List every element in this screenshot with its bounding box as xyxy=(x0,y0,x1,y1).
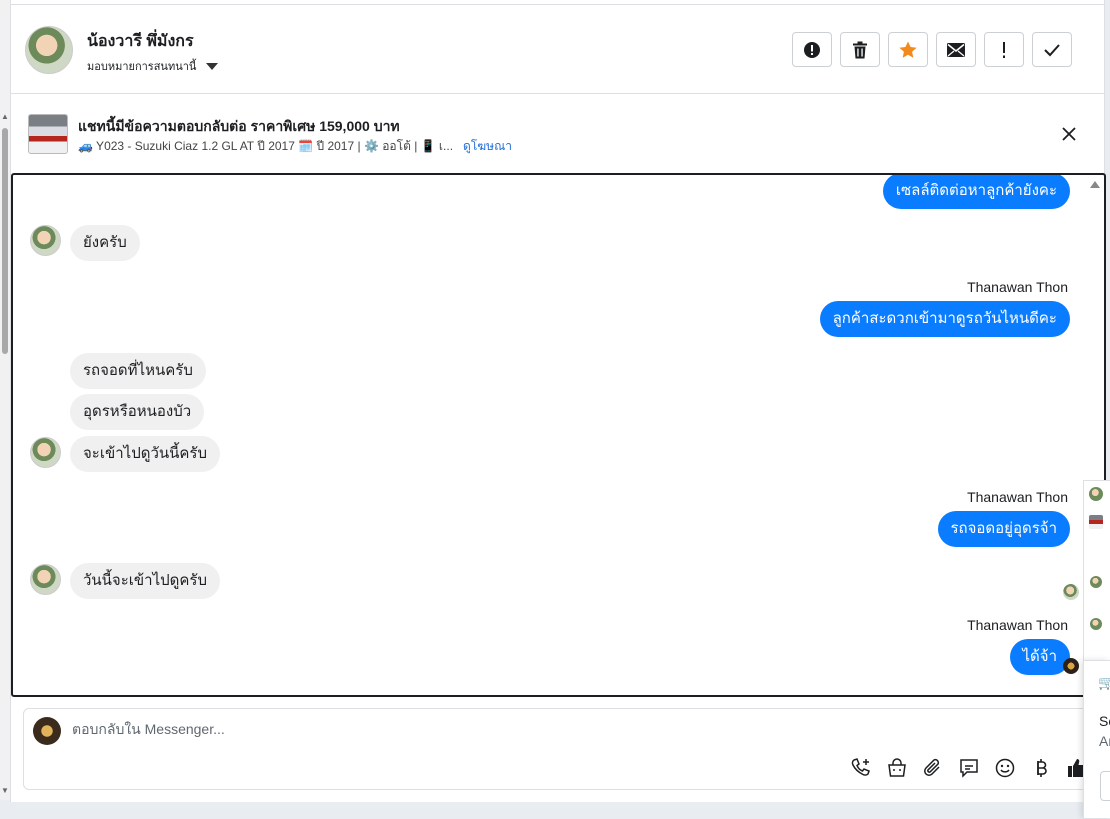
call-button[interactable] xyxy=(849,756,873,780)
attach-button[interactable] xyxy=(921,756,945,780)
contact-avatar-small xyxy=(30,437,61,468)
scroll-down-arrow-icon[interactable]: ▼ xyxy=(1,786,9,795)
delete-button[interactable] xyxy=(840,32,880,67)
contact-name[interactable]: น้องวารี พึ่มังกร xyxy=(87,29,194,54)
message-outgoing[interactable]: ได้จ้า xyxy=(1009,639,1070,675)
sender-name: Thanawan Thon xyxy=(967,279,1068,295)
payment-button[interactable] xyxy=(1029,756,1053,780)
side-avatar xyxy=(1090,576,1102,588)
message-incoming[interactable]: รถจอดที่ไหนครับ xyxy=(70,353,206,389)
message-incoming[interactable]: อุดรหรือหนองบัว xyxy=(70,394,205,430)
side-avatar xyxy=(1090,618,1102,630)
sender-name: Thanawan Thon xyxy=(967,617,1068,633)
assign-conversation-dropdown[interactable]: มอบหมายการสนทนานี้ xyxy=(87,57,219,75)
page-avatar xyxy=(33,717,61,745)
alert-circle-icon xyxy=(804,41,820,58)
sender-name: Thanawan Thon xyxy=(967,489,1068,505)
reply-input[interactable] xyxy=(72,721,1052,737)
scroll-up-arrow-icon[interactable] xyxy=(1090,181,1100,188)
shop-button[interactable] xyxy=(885,756,909,780)
message-thread[interactable]: เซลล์ติดต่อหาลูกค้ายังคะ ยังครับ Thanawa… xyxy=(11,173,1106,697)
mark-unread-button[interactable] xyxy=(936,32,976,67)
message-outgoing[interactable]: รถจอดอยู่อุดรจ้า xyxy=(937,511,1070,547)
reply-composer xyxy=(23,708,1098,790)
contact-avatar-small xyxy=(30,225,61,256)
cart-icon: 🛒 xyxy=(1098,675,1110,690)
spam-report-button[interactable] xyxy=(792,32,832,67)
contact-avatar-small xyxy=(30,564,61,595)
smiley-icon xyxy=(995,758,1015,778)
assign-label: มอบหมายการสนทนานี้ xyxy=(87,61,197,73)
conversation-actions xyxy=(792,32,1072,67)
saved-replies-button[interactable] xyxy=(957,756,981,780)
page-scrollbar[interactable]: ▲ ▼ xyxy=(0,0,10,800)
scroll-up-arrow-icon[interactable]: ▲ xyxy=(1,112,9,121)
checkmark-icon xyxy=(1044,43,1060,56)
phone-plus-icon xyxy=(851,758,870,776)
exclamation-icon xyxy=(1003,41,1005,58)
side-text-line: Ar xyxy=(1099,733,1110,749)
message-outgoing[interactable]: ลูกค้าสะดวกเข้ามาดูรถวันไหนดีคะ xyxy=(819,301,1070,337)
ad-thumbnail[interactable] xyxy=(28,114,68,154)
contact-avatar[interactable] xyxy=(25,26,73,74)
envelope-icon xyxy=(947,42,965,57)
ad-title: แชทนี้มีข้อความตอบกลับต่อ ราคาพิเศษ 159,… xyxy=(78,118,400,134)
side-popover[interactable] xyxy=(1083,480,1110,538)
composer-toolbar xyxy=(849,756,1089,780)
message-incoming[interactable]: วันนี้จะเข้าไปดูครับ xyxy=(70,563,220,599)
ad-subtitle: 🚙 Y023 - Suzuki Ciaz 1.2 GL AT ปี 2017 🗓… xyxy=(78,139,454,153)
star-icon xyxy=(899,41,917,58)
conversation-header: น้องวารี พึ่มังกร มอบหมายการสนทนานี้ xyxy=(11,4,1104,94)
trash-icon xyxy=(853,41,867,58)
side-text-line: Sc xyxy=(1099,713,1110,729)
emoji-button[interactable] xyxy=(993,756,1017,780)
paperclip-icon xyxy=(924,758,940,776)
ad-subtitle-row: 🚙 Y023 - Suzuki Ciaz 1.2 GL AT ปี 2017 🗓… xyxy=(78,137,512,156)
side-contact-avatar xyxy=(1089,487,1103,501)
caret-down-icon xyxy=(206,62,219,70)
side-action-button[interactable] xyxy=(1100,771,1110,801)
ad-reference-banner: แชทนี้มีข้อความตอบกลับต่อ ราคาพิเศษ 159,… xyxy=(11,95,1104,173)
important-button[interactable] xyxy=(984,32,1024,67)
side-notification-card[interactable]: 🛒 Sc Ar xyxy=(1083,660,1110,818)
star-button[interactable] xyxy=(888,32,928,67)
view-ad-link[interactable]: ดูโฆษณา xyxy=(463,137,512,156)
close-icon[interactable] xyxy=(1060,125,1078,143)
message-outgoing[interactable]: เซลล์ติดต่อหาลูกค้ายังคะ xyxy=(882,175,1070,209)
chat-bubble-icon xyxy=(960,759,978,778)
side-ad-thumbnail xyxy=(1089,515,1103,529)
seen-receipt-page-avatar xyxy=(1063,658,1079,674)
message-incoming[interactable]: จะเข้าไปดูวันนี้ครับ xyxy=(70,436,220,472)
message-incoming[interactable]: ยังครับ xyxy=(70,225,140,261)
conversation-panel: น้องวารี พึ่มังกร มอบหมายการสนทนานี้ แชท… xyxy=(10,0,1106,802)
side-card xyxy=(1083,536,1110,660)
baht-icon xyxy=(1037,759,1047,777)
scrollbar-thumb[interactable] xyxy=(2,128,8,354)
mark-done-button[interactable] xyxy=(1032,32,1072,67)
seen-receipt-avatar xyxy=(1063,584,1079,600)
shopping-bag-icon xyxy=(888,758,906,777)
